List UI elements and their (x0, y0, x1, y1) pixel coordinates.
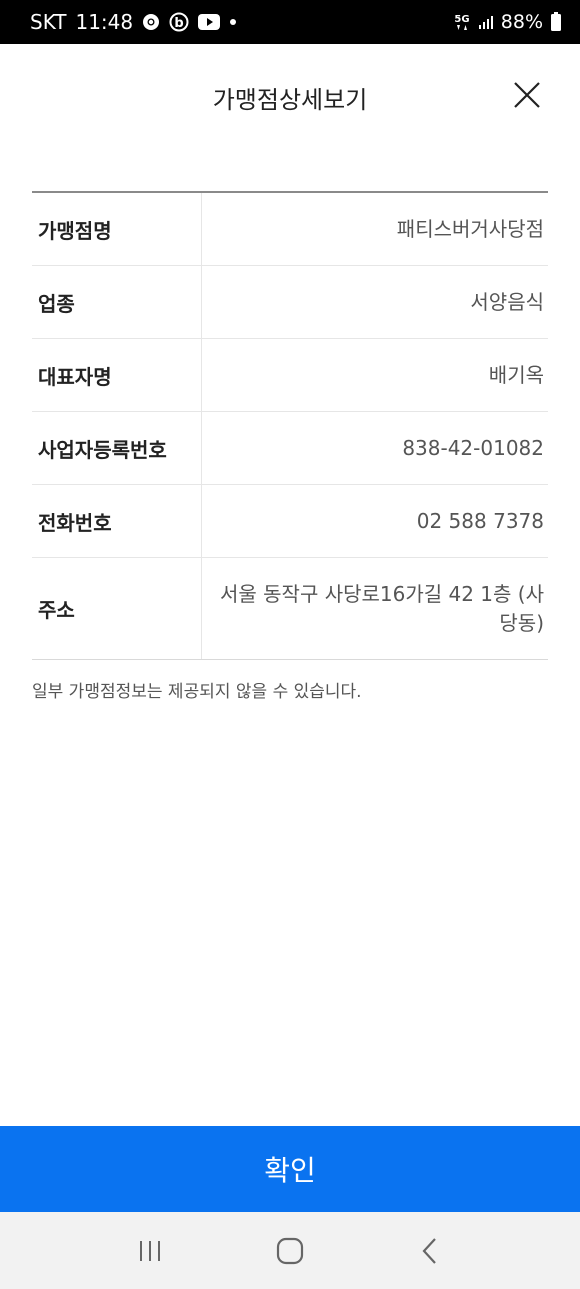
back-button[interactable] (400, 1221, 460, 1281)
recent-apps-button[interactable] (120, 1221, 180, 1281)
home-icon (276, 1237, 304, 1264)
value-address: 서울 동작구 사당로16가길 42 1층 (사당동) (219, 581, 544, 635)
value-business-type: 서양음식 (470, 289, 544, 314)
page-title: 가맹점상세보기 (212, 86, 368, 114)
clock: 11:48 (75, 10, 134, 34)
table-row: 전화번호 02 588 7378 (32, 485, 548, 558)
table-row: 업종 서양음식 (32, 266, 548, 339)
svg-text:5G: 5G (454, 14, 469, 25)
signal-icon (478, 14, 494, 30)
table-row: 사업자등록번호 838-42-01082 (32, 412, 548, 485)
label-representative: 대표자명 (32, 339, 202, 411)
label-merchant-name: 가맹점명 (32, 193, 202, 265)
svg-text:b: b (174, 16, 183, 31)
close-icon (514, 82, 540, 108)
label-business-number: 사업자등록번호 (32, 412, 202, 484)
value-business-number: 838-42-01082 (402, 435, 544, 460)
header: 가맹점상세보기 (0, 44, 580, 148)
value-representative: 배기옥 (488, 362, 544, 387)
confirm-button[interactable]: 확인 (0, 1126, 580, 1212)
5g-icon: 5G (453, 12, 471, 32)
notice-text: 일부 가맹점정보는 제공되지 않을 수 있습니다. (32, 682, 362, 702)
battery-icon (550, 12, 562, 32)
table-row: 주소 서울 동작구 사당로16가길 42 1층 (사당동) (32, 558, 548, 659)
dot-icon (229, 18, 237, 26)
label-business-type: 업종 (32, 266, 202, 338)
b-app-icon: b (169, 12, 189, 32)
label-address: 주소 (32, 558, 202, 659)
carrier-label: SKT (30, 10, 67, 34)
table-row: 가맹점명 패티스버거사당점 (32, 193, 548, 266)
chrome-icon (142, 13, 160, 31)
value-merchant-name: 패티스버거사당점 (396, 216, 544, 241)
status-bar: SKT 11:48 b 5G 88% (0, 0, 580, 44)
youtube-icon (198, 14, 221, 30)
table-row: 대표자명 배기옥 (32, 339, 548, 412)
value-phone[interactable]: 02 588 7378 (202, 485, 548, 557)
back-icon (422, 1237, 436, 1264)
battery-percent: 88% (500, 11, 543, 33)
merchant-info-table: 가맹점명 패티스버거사당점 업종 서양음식 대표자명 배기옥 사업자등록번호 8… (32, 191, 548, 660)
home-button[interactable] (260, 1221, 320, 1281)
system-nav-bar (0, 1212, 580, 1289)
label-phone: 전화번호 (32, 485, 202, 557)
close-button[interactable] (505, 73, 549, 117)
recent-apps-icon (140, 1240, 160, 1261)
